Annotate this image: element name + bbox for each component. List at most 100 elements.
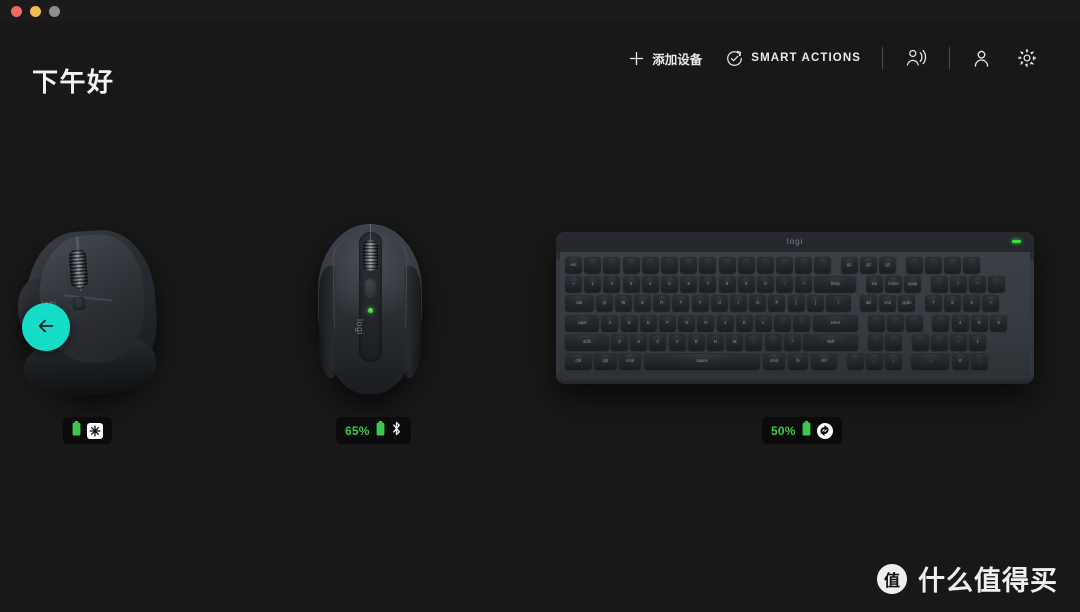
settings-button[interactable] — [1004, 41, 1050, 75]
watermark-text: 什么值得买 — [918, 566, 1058, 596]
gear-icon — [1017, 48, 1037, 68]
minimize-window-button[interactable] — [30, 5, 41, 17]
keyboard-key: g1 — [840, 256, 858, 273]
keyboard-key — [756, 256, 774, 273]
close-window-button[interactable] — [11, 5, 22, 17]
keyboard-key: cmd — [618, 351, 642, 369]
arrow-left-icon — [36, 316, 56, 339]
keyboard-key: ~ — [565, 275, 582, 293]
keyboard-key: 6 — [680, 275, 698, 293]
keyboard-gap — [904, 333, 909, 350]
keyboard-key: home — [884, 275, 902, 293]
keyboard-key — [603, 256, 621, 273]
toolbar-divider — [882, 47, 883, 69]
keyboard-key: ↑ — [949, 332, 967, 350]
device-card-mx-anywhere[interactable]: logi — [318, 224, 422, 394]
keyboard-key: shift — [802, 332, 859, 350]
keyboard-gap — [839, 352, 844, 369]
keyboard-key: N — [707, 332, 724, 350]
keyboard-key — [776, 256, 794, 273]
keyboard-key: H — [697, 313, 715, 331]
keyboard-row: esc g1 g2 g3 — [565, 256, 1025, 273]
keyboard-key — [963, 256, 981, 273]
keyboard-key: g2 — [860, 256, 877, 273]
device-card-mx-master[interactable]: logi — [0, 219, 185, 400]
account-button[interactable] — [959, 41, 1004, 75]
keyboard-key: 7 — [699, 275, 717, 293]
device-strip: logi logi logi — [0, 94, 1080, 494]
keyboard-key: end — [879, 294, 897, 312]
battery-percent-label: 65% — [345, 423, 370, 438]
keyboard-key: K — [735, 313, 753, 331]
keyboard-key: ins — [865, 275, 883, 293]
keyboard-key: - — [776, 275, 794, 293]
keyboard-key — [718, 256, 736, 273]
device-brand-mark: logi — [786, 236, 804, 246]
toolbar-divider — [949, 47, 950, 69]
keyboard-key: / — [949, 275, 967, 293]
keyboard-key: F — [659, 313, 677, 331]
keyboard-status-led — [1012, 240, 1021, 243]
keyboard-key — [905, 256, 923, 273]
keyboard-key: D — [639, 313, 657, 331]
device-card-mx-keys[interactable]: logi esc g1 g2 g3 ~1 2 3 4 5 6 7 8 9 0- + bksp ins home pg… — [556, 232, 1034, 384]
keyboard-key: 9 — [963, 294, 981, 312]
keyboard-key: R — [653, 294, 671, 312]
keyboard-key: ctrl — [810, 351, 838, 369]
keyboard-key — [911, 332, 929, 350]
add-device-label: 添加设备 — [652, 52, 703, 67]
keyboard-key: 8 — [943, 294, 961, 312]
keyboard-row: ctrl opt cmd space cmd fn ctrl ← ↓ → 0. — [565, 351, 1025, 369]
keyboard-key: space — [643, 351, 761, 369]
mx-anywhere-mouse-image: logi — [318, 224, 422, 394]
keyboard-gap — [918, 294, 923, 311]
keyboard-key — [867, 313, 885, 331]
status-badge: 50% — [762, 417, 842, 444]
keyboard-key: * — [968, 275, 986, 293]
keyboard-key: [ — [787, 294, 805, 312]
keyboard-gap — [861, 314, 866, 331]
keyboard-key: J — [716, 313, 734, 331]
keyboard-key: ' — [793, 313, 811, 331]
keyboard-key: V — [668, 332, 686, 350]
mx-keys-keyboard-image: logi esc g1 g2 g3 ~1 2 3 4 5 6 7 8 9 0- + bksp ins home pg… — [556, 232, 1034, 384]
keyboard-key: Z — [611, 332, 629, 350]
keyboard-key: 0 — [756, 275, 774, 293]
voice-button[interactable] — [892, 41, 940, 75]
battery-percent-label: 50% — [771, 423, 796, 438]
keyboard-key: del — [860, 294, 877, 312]
keyboard-key — [660, 256, 678, 273]
keyboard-key: opt — [593, 351, 617, 369]
keyboard-key: 1 — [584, 275, 602, 293]
keyboard-key: 5 — [660, 275, 678, 293]
keyboard-key: ← — [865, 351, 883, 369]
keyboard-key: X — [630, 332, 648, 350]
options-app-window: 下午好 添加设备 SMART ACTIONS logi logi esc g1 … — [0, 0, 1080, 612]
person-icon — [972, 49, 991, 68]
smart-actions-button[interactable]: SMART ACTIONS — [714, 41, 873, 75]
keyboard-gap — [904, 352, 909, 369]
keyboard-key: ; — [774, 313, 792, 331]
keyboard-key — [737, 256, 755, 273]
keyboard-key: - — [988, 275, 1006, 293]
keyboard-key: T — [672, 294, 690, 312]
keyboard-key — [795, 256, 813, 273]
battery-icon — [376, 420, 385, 441]
keyboard-key: O — [749, 294, 767, 312]
keyboard-key — [943, 256, 961, 273]
keyboard-key: g3 — [879, 256, 897, 273]
maximize-window-button[interactable] — [49, 5, 60, 17]
back-button[interactable] — [22, 303, 70, 351]
keyboard-gap — [898, 256, 903, 273]
watermark-logo: 值 — [877, 563, 907, 594]
bolt-receiver-icon — [87, 422, 103, 439]
add-device-button[interactable]: 添加设备 — [617, 41, 714, 75]
keyboard-key — [680, 256, 698, 273]
keyboard-key: 4 — [951, 313, 969, 331]
keyboard-key — [930, 332, 948, 350]
keyboard-key: 9 — [737, 275, 755, 293]
keyboard-gap — [923, 275, 928, 292]
keyboard-key — [641, 256, 659, 273]
keyboard-key: bksp — [814, 275, 857, 293]
keyboard-key: 4 — [641, 275, 659, 293]
